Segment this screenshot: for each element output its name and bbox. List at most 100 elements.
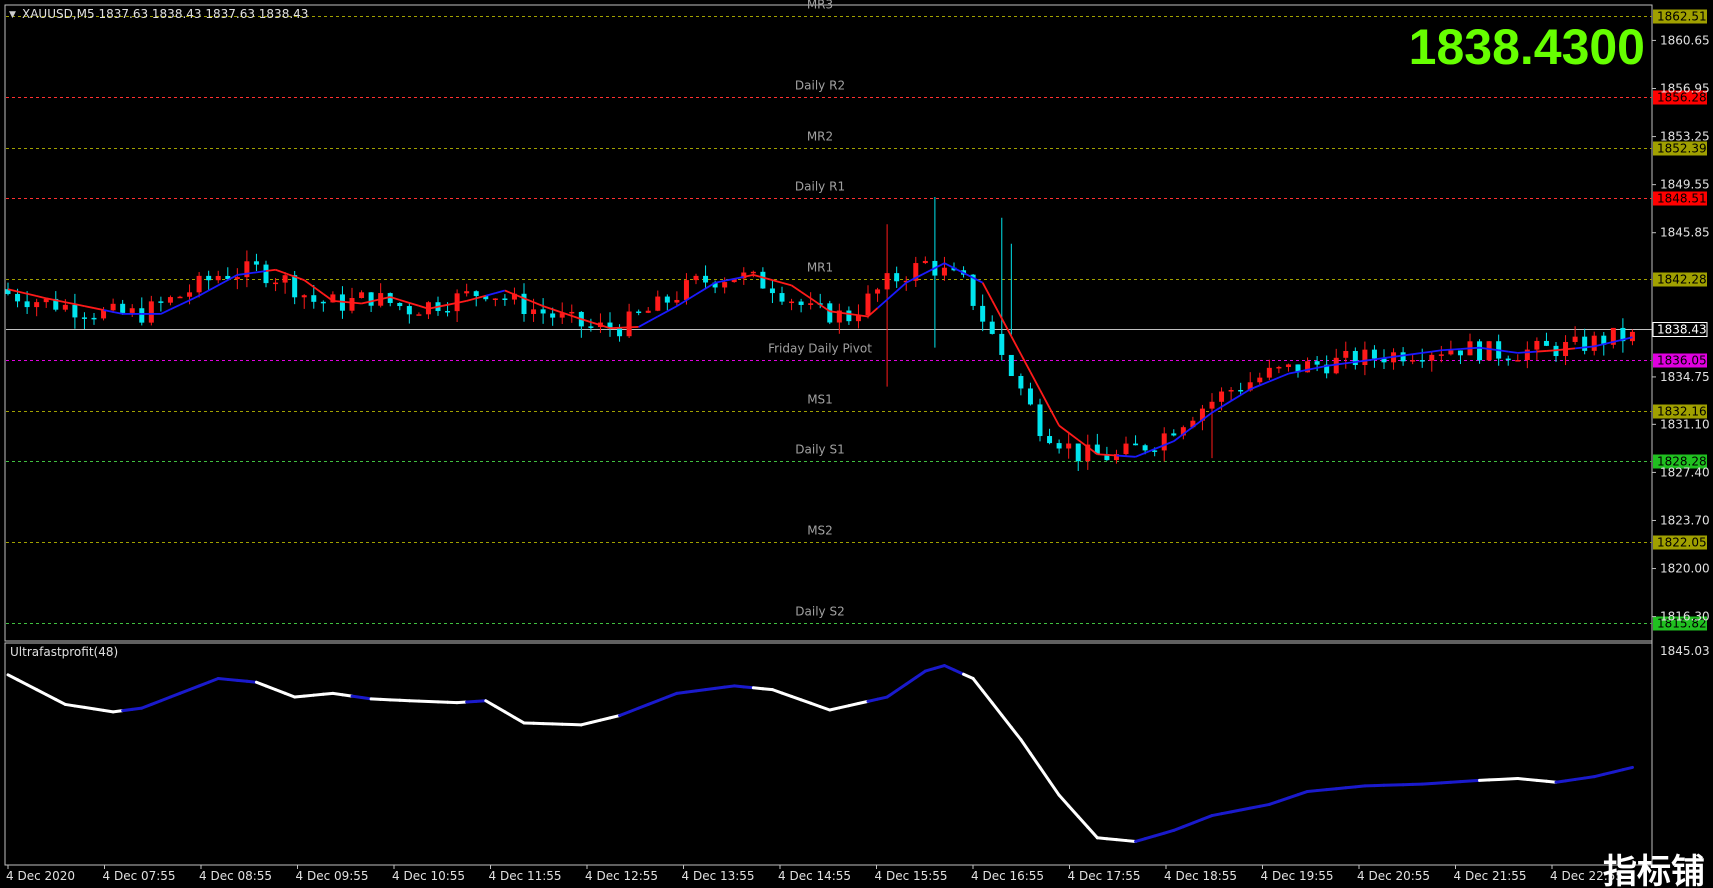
candle-body — [1285, 364, 1291, 367]
price-tick-label: 1856.95 — [1660, 81, 1710, 95]
level-label: MS1 — [807, 393, 833, 407]
candle-body — [1123, 443, 1129, 455]
candle-body — [941, 267, 947, 276]
indicator-segment — [1000, 713, 1013, 729]
candle-body — [531, 309, 537, 315]
level-label: Daily R2 — [795, 79, 845, 93]
candle-body — [91, 317, 97, 320]
candle-body — [703, 275, 709, 283]
candle-body — [349, 298, 355, 311]
indicator-title: Ultrafastprofit(48) — [10, 645, 118, 659]
candle-body — [980, 305, 986, 322]
ma-segment — [1450, 348, 1461, 351]
ma-segment — [552, 308, 563, 314]
ma-segment — [1546, 349, 1557, 352]
candle-body — [1075, 443, 1081, 462]
candle-body — [473, 291, 479, 297]
ma-segment — [1460, 347, 1471, 350]
candle-body — [1543, 340, 1549, 346]
candle-body — [1056, 443, 1062, 449]
candle-body — [1477, 341, 1483, 361]
candle-body — [1027, 388, 1033, 405]
candle-body — [282, 275, 288, 283]
candle-body — [569, 311, 575, 314]
level-label: Daily R1 — [795, 180, 845, 194]
symbol-dropdown-icon[interactable]: ▼ — [9, 10, 16, 20]
ma-segment — [647, 315, 659, 323]
level-label: MR3 — [807, 0, 833, 12]
level-label: Daily S2 — [795, 605, 844, 619]
indicator-segment — [627, 706, 641, 714]
candle-body — [779, 293, 785, 302]
candle-body — [1008, 354, 1014, 377]
time-tick-label: 4 Dec 17:55 — [1068, 869, 1141, 883]
ma-segment — [208, 284, 219, 292]
candle-body — [120, 303, 126, 313]
candle-body — [110, 303, 116, 311]
indicator-segment — [895, 682, 908, 693]
candle-body — [865, 293, 871, 316]
price-tick-label: 1849.55 — [1660, 178, 1710, 192]
price-tick-label: 1816.30 — [1660, 610, 1710, 624]
time-tick-label: 4 Dec 19:55 — [1261, 869, 1334, 883]
ma-segment — [1508, 350, 1518, 354]
indicator-segment — [140, 702, 153, 710]
ma-segment — [1221, 400, 1232, 408]
ma-segment — [1097, 453, 1107, 456]
ma-segment — [65, 301, 76, 306]
candle-body — [81, 317, 87, 319]
candle-body — [1209, 401, 1215, 409]
candle-body — [1266, 367, 1272, 378]
candle-body — [206, 275, 212, 281]
candle-body — [1276, 366, 1282, 369]
candle-body — [492, 298, 498, 300]
candle-body — [62, 304, 68, 310]
candle-body — [789, 301, 795, 304]
candle-body — [1228, 389, 1234, 392]
time-tick-label: 4 Dec 08:55 — [199, 869, 272, 883]
chart-window[interactable]: MR31862.51Daily R21856.28MR21852.39Daily… — [0, 0, 1713, 888]
candle-body — [1505, 358, 1511, 361]
ma-segment — [1278, 372, 1289, 379]
ma-segment — [638, 320, 649, 328]
indicator-segment — [484, 699, 497, 708]
indicator-segment — [1296, 789, 1310, 797]
level-label: MR2 — [807, 130, 833, 144]
ma-segment — [944, 262, 955, 269]
ma-segment — [1536, 350, 1547, 353]
ma-segment — [1010, 335, 1022, 355]
indicator-segment — [207, 677, 220, 684]
candle-body — [129, 308, 135, 313]
ma-segment — [1412, 351, 1423, 356]
ma-segment — [1441, 348, 1451, 352]
level-label: MR1 — [807, 261, 833, 275]
indicator-segment — [1038, 765, 1052, 783]
indicator-segment — [6, 673, 20, 682]
indicator-segment — [1172, 825, 1185, 832]
indicator-axis-label: 1845.03 — [1660, 644, 1710, 658]
ma-segment — [332, 300, 343, 303]
indicator-segment — [512, 715, 526, 725]
candle-body — [769, 288, 775, 294]
candle-body — [301, 295, 307, 298]
ma-segment — [1584, 345, 1595, 349]
price-tick-label: 1853.25 — [1660, 130, 1710, 144]
big-price: 1838.4300 — [1409, 19, 1645, 75]
ma-segment — [1106, 453, 1117, 457]
candle-body — [827, 303, 833, 323]
time-tick-label: 4 Dec 11:55 — [489, 869, 562, 883]
indicator-segment — [1057, 793, 1071, 808]
indicator-segment — [1019, 738, 1032, 756]
time-tick-label: 4 Dec 20:55 — [1357, 869, 1430, 883]
candle-body — [1591, 335, 1597, 351]
indicator-frame — [4, 642, 1653, 866]
ma-segment — [1048, 407, 1060, 427]
indicator-segment — [188, 684, 201, 692]
indicator-segment — [197, 680, 211, 688]
ma-segment — [303, 279, 315, 288]
candle-body — [588, 326, 594, 328]
price-tick-label: 1827.40 — [1660, 465, 1710, 479]
candle-body — [722, 282, 728, 288]
ma-segment — [542, 305, 553, 311]
ma-segment — [896, 282, 907, 292]
